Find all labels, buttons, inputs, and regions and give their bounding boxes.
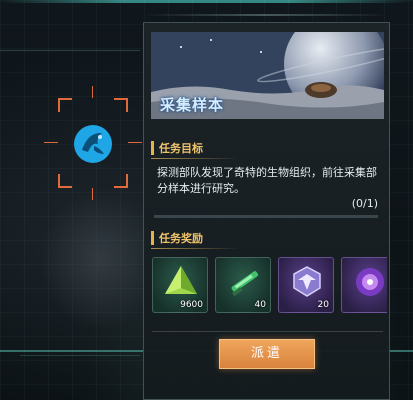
dispatch-button[interactable]: 派遣 — [219, 339, 315, 369]
rewards-list: 9600 40 20 — [152, 257, 387, 315]
reticle-corner — [114, 174, 128, 188]
purple-orb-icon — [356, 268, 384, 296]
reticle-corner — [114, 98, 128, 112]
mission-title: 采集样本 — [160, 96, 225, 114]
reticle-corner — [58, 98, 72, 112]
reward-item[interactable] — [341, 257, 387, 313]
game-scene: 采集样本 任务目标 探测部队发现了奇特的生物组织，前往采集部分样本进行研究。 (… — [0, 0, 413, 400]
reward-item[interactable]: 20 — [278, 257, 334, 313]
green-pyramid-crystal-icon — [165, 266, 197, 294]
section-marker — [151, 231, 154, 245]
panel-divider — [152, 331, 383, 332]
section-underline — [151, 248, 239, 249]
rewards-header-label: 任务奖励 — [159, 232, 203, 245]
hud-top-line — [0, 0, 413, 3]
mission-panel: 采集样本 任务目标 探测部队发现了奇特的生物组织，前往采集部分样本进行研究。 (… — [143, 22, 390, 400]
objective-description: 探测部队发现了奇特的生物组织，前往采集部分样本进行研究。 — [157, 166, 377, 195]
hud-line — [0, 50, 140, 51]
panel-top-frame — [143, 14, 390, 16]
reward-item[interactable]: 40 — [215, 257, 271, 313]
purple-wing-emblem-icon — [293, 266, 321, 297]
mission-banner-image: 采集样本 — [151, 32, 384, 119]
reticle-tick — [44, 142, 58, 143]
target-reticle[interactable] — [44, 86, 142, 200]
reward-count: 9600 — [180, 300, 203, 310]
objective-section-header: 任务目标 — [151, 139, 383, 159]
objective-progress-bar — [154, 215, 378, 218]
hud-bottom-line-2 — [20, 355, 140, 356]
reticle-corner — [58, 174, 72, 188]
section-underline — [151, 158, 239, 159]
reticle-tick — [128, 142, 142, 143]
objective-header-label: 任务目标 — [159, 142, 203, 155]
reward-count: 40 — [254, 300, 266, 310]
green-blade-component-icon — [231, 271, 259, 297]
reticle-tick — [92, 86, 93, 98]
rewards-section-header: 任务奖励 — [151, 229, 383, 249]
bio-sample-creature-icon — [74, 125, 112, 163]
reward-item[interactable]: 9600 — [152, 257, 208, 313]
objective-progress-count: (0/1) — [351, 197, 378, 210]
reward-count: 20 — [317, 300, 329, 310]
section-marker — [151, 141, 154, 155]
reticle-tick — [92, 188, 93, 200]
